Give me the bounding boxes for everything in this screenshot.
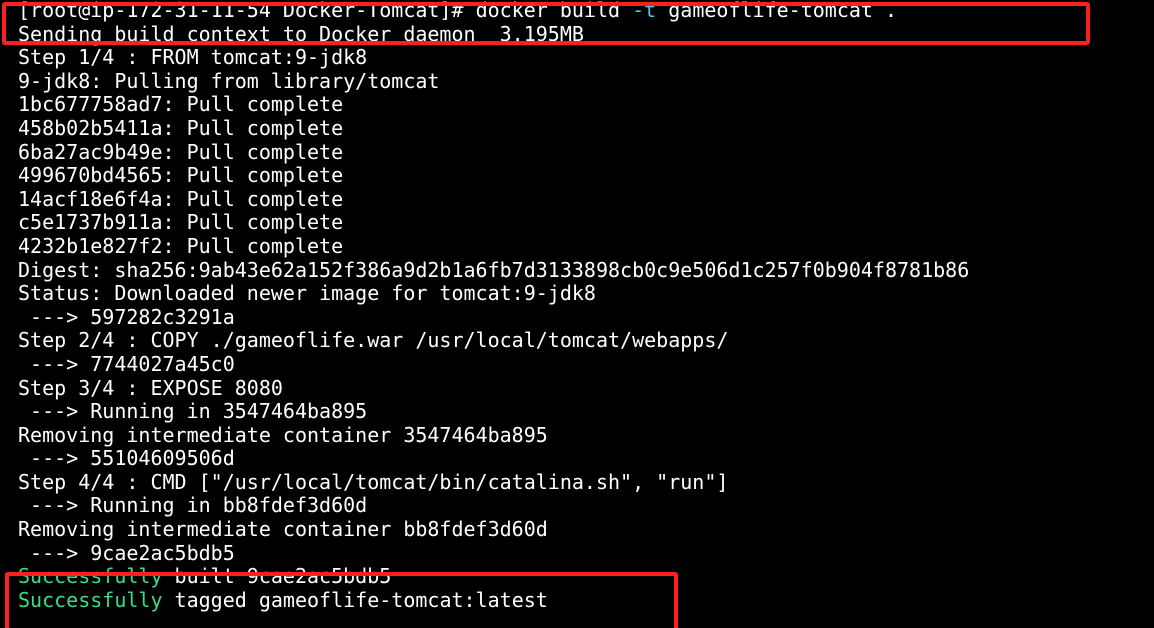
success-built-text: built 9cae2ac5bdb5 bbox=[162, 564, 392, 589]
output-line: 9-jdk8: Pulling from library/tomcat bbox=[18, 68, 440, 93]
output-line: 6ba27ac9b49e: Pull complete bbox=[18, 139, 344, 164]
output-line: Digest: sha256:9ab43e62a152f386a9d2b1a6f… bbox=[18, 257, 970, 282]
output-line: ---> 9cae2ac5bdb5 bbox=[18, 540, 235, 565]
output-line: Step 4/4 : CMD ["/usr/local/tomcat/bin/c… bbox=[18, 469, 729, 494]
output-line: c5e1737b911a: Pull complete bbox=[18, 210, 344, 235]
output-line: 1bc677758ad7: Pull complete bbox=[18, 92, 344, 117]
output-line: ---> Running in bb8fdef3d60d bbox=[18, 493, 368, 518]
success-word: Successfully bbox=[18, 564, 163, 589]
output-line: ---> 55104609506d bbox=[18, 446, 235, 471]
output-line: Step 2/4 : COPY ./gameoflife.war /usr/lo… bbox=[18, 328, 729, 353]
output-line: ---> Running in 3547464ba895 bbox=[18, 399, 368, 424]
terminal-window[interactable]: [root@ip-172-31-11-54 Docker-Tomcat]# do… bbox=[0, 0, 1154, 628]
output-line: ---> 597282c3291a bbox=[18, 304, 235, 329]
command-args: gameoflife-tomcat . bbox=[656, 0, 898, 22]
success-tagged-line: Successfully tagged gameoflife-tomcat:la… bbox=[18, 587, 969, 613]
output-line: 458b02b5411a: Pull complete bbox=[18, 115, 344, 140]
output-line: Removing intermediate container 3547464b… bbox=[18, 422, 548, 447]
output-line: Sending build context to Docker daemon 3… bbox=[18, 21, 584, 46]
output-line: Step 3/4 : EXPOSE 8080 bbox=[18, 375, 283, 400]
success-tagged-text: tagged gameoflife-tomcat:latest bbox=[162, 587, 548, 612]
output-line: Status: Downloaded newer image for tomca… bbox=[18, 281, 596, 306]
output-line: 499670bd4565: Pull complete bbox=[18, 163, 344, 188]
command-flag: -t bbox=[632, 0, 657, 22]
command-line: [root@ip-172-31-11-54 Docker-Tomcat]# do… bbox=[18, 0, 969, 23]
command-text: docker build bbox=[475, 0, 633, 22]
output-line: 14acf18e6f4a: Pull complete bbox=[18, 186, 344, 211]
success-built-line: Successfully built 9cae2ac5bdb5 bbox=[18, 564, 969, 589]
success-word: Successfully bbox=[18, 587, 163, 612]
terminal-output: [root@ip-172-31-11-54 Docker-Tomcat]# do… bbox=[18, 0, 969, 612]
output-line: Removing intermediate container bb8fdef3… bbox=[18, 517, 548, 542]
output-line: ---> 7744027a45c0 bbox=[18, 351, 235, 376]
output-line: Step 1/4 : FROM tomcat:9-jdk8 bbox=[18, 45, 368, 70]
output-line: 4232b1e827f2: Pull complete bbox=[18, 233, 344, 258]
shell-prompt: [root@ip-172-31-11-54 Docker-Tomcat]# bbox=[18, 0, 476, 22]
